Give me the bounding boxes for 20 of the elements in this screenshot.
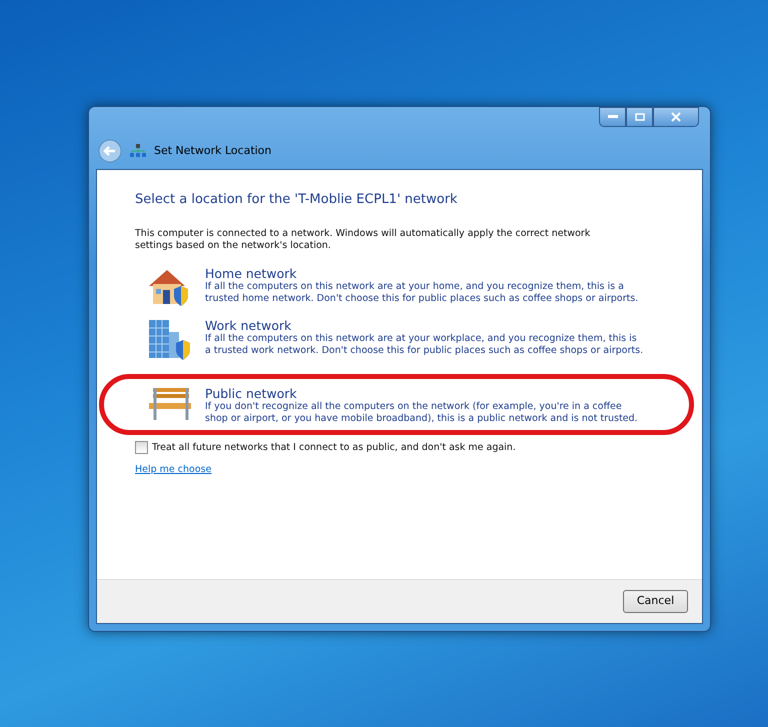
minimize-icon bbox=[608, 115, 618, 119]
close-button[interactable] bbox=[653, 107, 699, 127]
help-link[interactable]: Help me choose bbox=[135, 464, 212, 475]
intro-text: This computer is connected to a network. Windows will automatically apply the correct network settings based on the network's location. bbox=[135, 228, 592, 252]
close-icon bbox=[671, 112, 681, 122]
location-description: If all the computers on this network are at your home, and you recognize them, this is a trusted home network. Don't choose this for public places such as coffee shops or airports. bbox=[205, 280, 640, 304]
maximize-icon bbox=[634, 113, 644, 121]
checkbox[interactable] bbox=[135, 441, 148, 454]
location-description: If you don't recognize all the computers on the network (for example, you're in a coffee shop or airport, or you have mobile broadband), this is a public network and is not trusted. bbox=[205, 400, 639, 424]
location-title[interactable]: Home network bbox=[205, 266, 645, 280]
network-icon bbox=[130, 144, 146, 158]
checkbox-label: Treat all future networks that I connect to as public, and don't ask me again. bbox=[152, 440, 516, 454]
location-title[interactable]: Work network bbox=[205, 318, 645, 332]
cancel-button[interactable]: Cancel bbox=[623, 590, 688, 613]
maximize-button[interactable] bbox=[626, 107, 653, 127]
location-title[interactable]: Public network bbox=[205, 386, 645, 400]
window-title: Set Network Location bbox=[154, 142, 272, 159]
dialog-heading: Select a location for the 'T-Moblie ECPL1' network bbox=[135, 191, 458, 209]
location-description: If all the computers on this network are at your workplace, and you recognize them, this is a trusted work network. Don't choose this for public places such as coffee shops or airports. bbox=[205, 332, 644, 356]
minimize-button[interactable] bbox=[599, 107, 626, 127]
